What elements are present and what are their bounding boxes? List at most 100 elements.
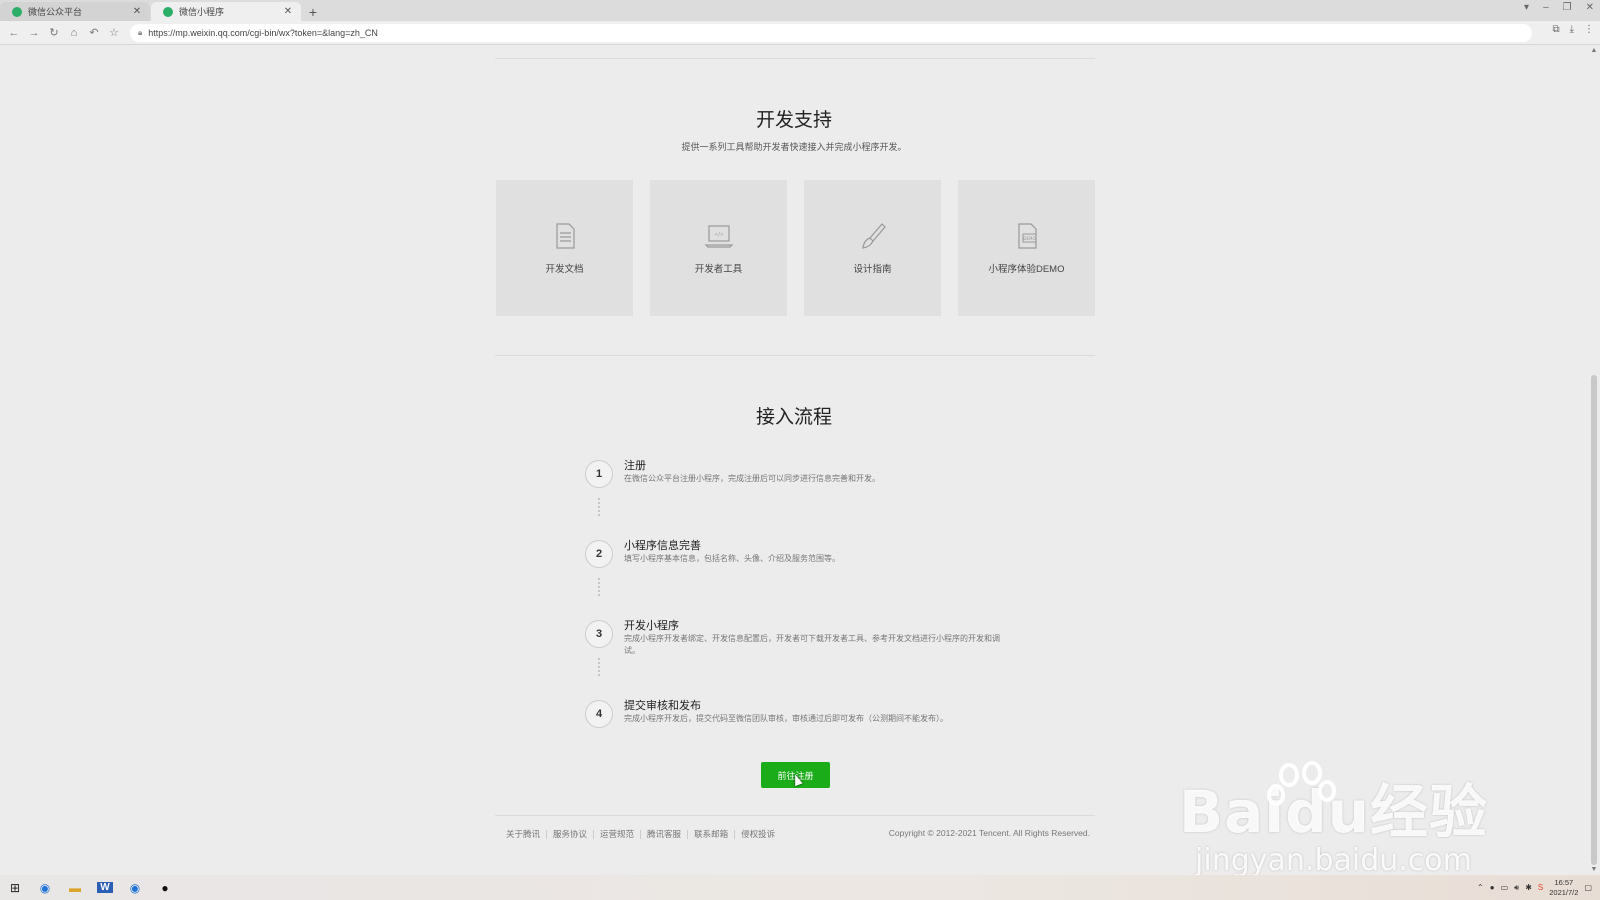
laptop-code-icon: </> (704, 225, 733, 248)
step-title: 小程序信息完善 (624, 540, 701, 552)
step-item: 2 小程序信息完善 填写小程序基本信息，包括名称、头像、介绍及服务范围等。 (585, 540, 1025, 620)
reload-icon[interactable]: ↻ (44, 23, 64, 43)
tab-label: 微信公众平台 (28, 7, 83, 17)
url-text: https://mp.weixin.qq.com/cgi-bin/wx?toke… (148, 28, 378, 38)
step-number: 2 (585, 540, 613, 568)
document-icon (555, 223, 575, 249)
bookmark-star-icon[interactable]: ☆ (104, 23, 124, 43)
clock-date: 2021/7/2 (1549, 887, 1579, 897)
card-label: 小程序体验DEMO (988, 264, 1065, 275)
restore-icon[interactable]: ❐ (1563, 2, 1572, 13)
close-tab-icon[interactable]: ✕ (283, 6, 293, 17)
system-tray: ⌃ ● ▭ 🔊︎ ✱ S 16:57 2021/7/2 ▢ (1477, 875, 1592, 900)
browser-toolbar-right: ⧉ ⤓ ⋮ (1552, 24, 1594, 35)
svg-text:</>: </> (714, 232, 723, 238)
step-desc: 完成小程序开发后，提交代码至微信团队审核，审核通过后即可发布（公测期间不能发布）… (624, 714, 948, 723)
windows-taskbar: ⊞ ◉ ▬ W ◉ ● ⌃ ● ▭ 🔊︎ ✱ S 16:57 2021/7/2 … (0, 875, 1600, 900)
step-item: 3 开发小程序 完成小程序开发者绑定、开发信息配置后，开发者可下载开发者工具、参… (585, 620, 1025, 700)
step-desc: 完成小程序开发者绑定、开发信息配置后，开发者可下载开发者工具、参考开发文档进行小… (624, 634, 1000, 655)
windows-start-icon[interactable]: ⊞ (0, 881, 30, 895)
divider (495, 355, 1095, 356)
footer-link[interactable]: 关于腾讯 (500, 828, 546, 840)
footer-link[interactable]: 侵权投诉 (735, 828, 781, 840)
undo-icon[interactable]: ↶ (84, 23, 104, 43)
footer-links: 关于腾讯 服务协议 运营规范 腾讯客服 联系邮箱 侵权投诉 (500, 828, 781, 840)
scroll-thumb[interactable] (1591, 375, 1597, 865)
back-icon[interactable]: ← (4, 23, 24, 43)
card-design-guide[interactable]: 设计指南 (804, 180, 941, 316)
demo-doc-icon: DEMO (1017, 223, 1037, 249)
file-explorer-icon[interactable]: ▬ (60, 875, 90, 900)
step-item: 1 注册 在微信公众平台注册小程序，完成注册后可以同步进行信息完善和开发。 (585, 460, 1025, 540)
clock-time: 16:57 (1554, 877, 1574, 887)
page-scrollbar[interactable]: ▲ ▼ (1588, 45, 1600, 875)
card-dev-docs[interactable]: 开发文档 (496, 180, 633, 316)
tab-label: 微信小程序 (179, 7, 225, 17)
browser-taskbar-icon[interactable]: ◉ (30, 875, 60, 900)
crop-icon[interactable]: ⧉ (1552, 24, 1559, 35)
clock[interactable]: 16:57 2021/7/2 (1549, 878, 1578, 898)
step-title: 提交审核和发布 (624, 700, 701, 712)
step-connector (598, 658, 600, 676)
process-title: 接入流程 (755, 407, 832, 428)
browser-taskbar-icon-2[interactable]: ◉ (120, 875, 150, 900)
tray-app-icon[interactable]: ● (1490, 883, 1495, 892)
volume-icon[interactable]: 🔊︎ (1514, 883, 1519, 893)
minimize-icon[interactable]: – (1543, 2, 1549, 13)
step-connector (598, 578, 600, 596)
tab-list-chevron-icon[interactable]: ▾ (1524, 2, 1529, 13)
browser-tabbar: 微信公众平台 ✕ 微信小程序 ✕ + ▾ – ❐ ✕ (0, 0, 1600, 21)
footer-link[interactable]: 腾讯客服 (641, 828, 687, 840)
new-tab-button[interactable]: + (302, 2, 324, 21)
url-input[interactable]: 🔒︎ https://mp.weixin.qq.com/cgi-bin/wx?t… (130, 24, 1532, 42)
window-controls: ▾ – ❐ ✕ (1524, 2, 1594, 13)
card-dev-tools[interactable]: </> 开发者工具 (650, 180, 787, 316)
footer-link[interactable]: 服务协议 (547, 828, 593, 840)
antivirus-icon[interactable]: S (1538, 883, 1543, 892)
card-label: 开发者工具 (694, 264, 743, 275)
scroll-down-icon[interactable]: ▼ (1588, 866, 1600, 873)
tray-chevron-icon[interactable]: ⌃ (1477, 883, 1484, 892)
home-icon[interactable]: ⌂ (64, 23, 84, 43)
close-window-icon[interactable]: ✕ (1586, 2, 1594, 13)
divider (495, 58, 1095, 59)
step-number: 1 (585, 460, 613, 488)
browser-tab-1[interactable]: 微信小程序 ✕ (151, 2, 301, 21)
divider (495, 815, 1095, 816)
watermark-line2: jingyan.baidu.com (1195, 843, 1472, 878)
close-tab-icon[interactable]: ✕ (132, 6, 142, 17)
step-title: 开发小程序 (624, 620, 679, 632)
download-icon[interactable]: ⤓ (1570, 24, 1574, 35)
step-title: 注册 (624, 460, 646, 472)
step-number: 4 (585, 700, 613, 728)
address-bar: ← → ↻ ⌂ ↶ ☆ 🔒︎ https://mp.weixin.qq.com/… (0, 21, 1600, 45)
dev-support-cards: 开发文档 </> 开发者工具 设计指南 DEMO 小程序体验DEMO (496, 180, 1095, 316)
step-connector (598, 498, 600, 516)
svg-text:DEMO: DEMO (1023, 236, 1035, 241)
wechat-favicon-icon (163, 6, 173, 17)
browser-tab-0[interactable]: 微信公众平台 ✕ (0, 2, 150, 21)
ime-icon[interactable]: ✱ (1525, 883, 1532, 892)
dev-support-subtitle: 提供一系列工具帮助开发者快速接入并完成小程序开发。 (681, 142, 907, 152)
step-desc: 在微信公众平台注册小程序，完成注册后可以同步进行信息完善和开发。 (624, 474, 880, 483)
app-taskbar-icon[interactable]: ● (150, 875, 180, 900)
step-number: 3 (585, 620, 613, 648)
network-icon[interactable]: ▭ (1501, 883, 1509, 892)
notification-icon[interactable]: ▢ (1584, 883, 1592, 892)
watermark-line1: Baidu经验 (1178, 778, 1488, 846)
card-label: 设计指南 (853, 264, 892, 275)
card-demo[interactable]: DEMO 小程序体验DEMO (958, 180, 1095, 316)
dev-support-title: 开发支持 (755, 110, 832, 131)
baidu-watermark: Baidu经验 jingyan.baidu.com (1178, 761, 1488, 878)
process-steps: 1 注册 在微信公众平台注册小程序，完成注册后可以同步进行信息完善和开发。 2 … (585, 460, 1025, 780)
step-desc: 填写小程序基本信息，包括名称、头像、介绍及服务范围等。 (624, 554, 840, 563)
scroll-up-icon[interactable]: ▲ (1588, 47, 1600, 54)
forward-icon[interactable]: → (24, 23, 44, 43)
copyright: Copyright © 2012-2021 Tencent. All Right… (888, 828, 1090, 838)
page-content: 开发支持 提供一系列工具帮助开发者快速接入并完成小程序开发。 开发文档 </> … (0, 45, 1588, 878)
menu-kebab-icon[interactable]: ⋮ (1584, 24, 1594, 35)
footer-link[interactable]: 运营规范 (594, 828, 640, 840)
word-icon[interactable]: W (90, 875, 120, 900)
brush-icon (861, 223, 886, 249)
footer-link[interactable]: 联系邮箱 (688, 828, 734, 840)
